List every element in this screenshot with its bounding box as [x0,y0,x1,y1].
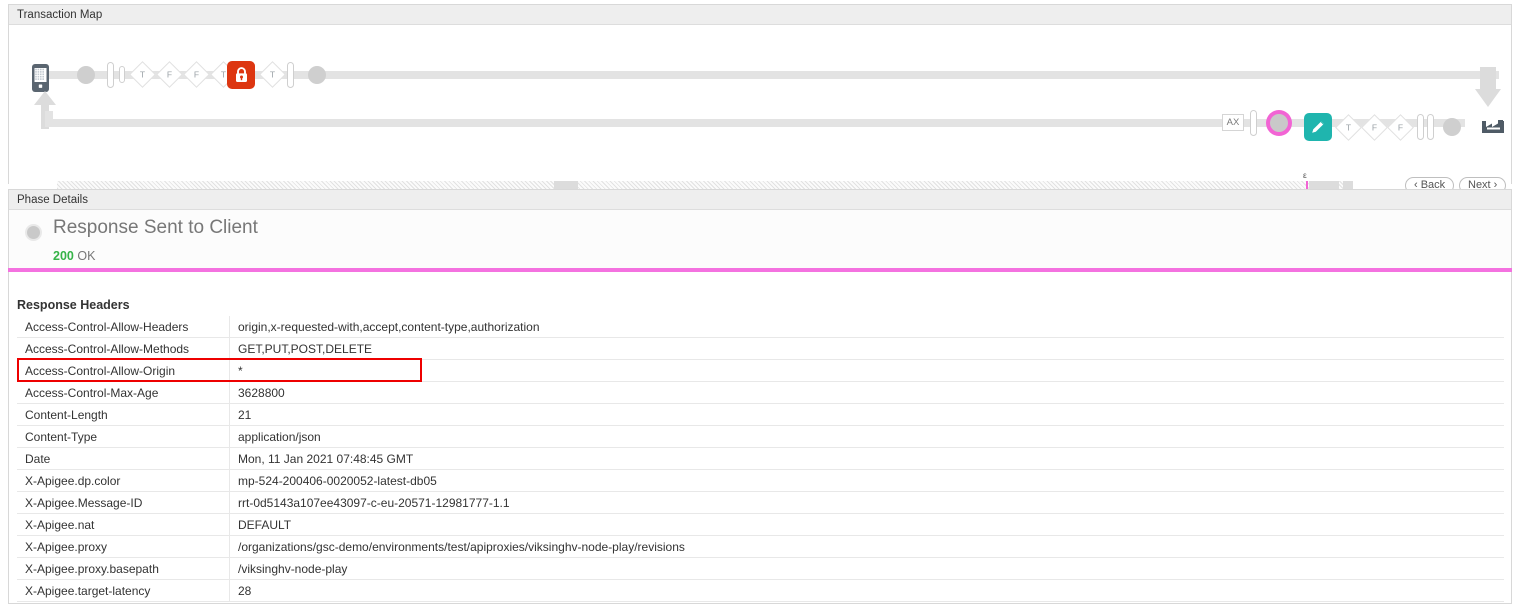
phase-details-title: Phase Details [17,194,88,206]
lock-policy-icon[interactable] [227,61,255,89]
transaction-map-canvas[interactable]: T F F T T [9,25,1511,184]
table-row[interactable]: X-Apigee.target-latency28 [17,580,1504,602]
target-node[interactable] [1443,118,1461,136]
header-name-cell: X-Apigee.Message-ID [17,492,230,514]
header-value-cell: * [230,360,1505,382]
status-text: OK [77,249,95,263]
table-row[interactable]: Access-Control-Allow-Origin* [17,360,1504,382]
timeline-marker-label: ε [1303,170,1307,180]
flow-divider-bar [107,62,114,88]
analytics-badge[interactable]: AX [1222,114,1244,131]
table-row[interactable]: Access-Control-Allow-MethodsGET,PUT,POST… [17,338,1504,360]
header-name-cell: Content-Length [17,404,230,426]
condition-diamond-label: F [160,66,179,85]
table-row[interactable]: Content-Length21 [17,404,1504,426]
table-row[interactable]: DateMon, 11 Jan 2021 07:48:45 GMT [17,448,1504,470]
header-value-cell: rrt-0d5143a107ee43097-c-eu-20571-1298177… [230,492,1505,514]
flow-divider-bar [119,66,125,83]
selected-phase-node[interactable] [1270,114,1288,132]
header-name-cell: Access-Control-Allow-Headers [17,316,230,338]
header-value-cell: /viksinghv-node-play [230,558,1505,580]
condition-diamond-label: T [133,66,152,85]
header-name-cell: Date [17,448,230,470]
header-value-cell: GET,PUT,POST,DELETE [230,338,1505,360]
header-value-cell: application/json [230,426,1505,448]
lock-icon [235,67,248,83]
table-row[interactable]: Access-Control-Max-Age3628800 [17,382,1504,404]
response-flow-elbow [45,111,53,127]
header-value-cell: 21 [230,404,1505,426]
condition-diamond[interactable]: F [156,61,183,88]
pencil-icon [1310,119,1326,135]
target-server-icon[interactable] [1481,115,1505,137]
transaction-map-header: Transaction Map [9,5,1511,25]
phase-name: Response Sent to Client [53,217,258,239]
condition-diamond[interactable]: T [259,61,286,88]
header-name-cell: Access-Control-Max-Age [17,382,230,404]
header-name-cell: X-Apigee.target-latency [17,580,230,602]
header-name-cell: X-Apigee.dp.color [17,470,230,492]
transaction-map-title: Transaction Map [17,9,102,21]
header-name-cell: X-Apigee.proxy.basepath [17,558,230,580]
condition-diamond[interactable]: F [183,61,210,88]
response-headers-table: Access-Control-Allow-Headersorigin,x-req… [17,316,1504,602]
phase-status-dot [25,224,42,241]
header-name-cell: X-Apigee.nat [17,514,230,536]
header-name-cell: Content-Type [17,426,230,448]
header-value-cell: origin,x-requested-with,accept,content-t… [230,316,1505,338]
header-value-cell: 28 [230,580,1505,602]
transaction-trace-view: Transaction Map [0,0,1520,608]
edit-policy-icon[interactable] [1304,113,1332,141]
header-name-cell: Access-Control-Allow-Origin [17,360,230,382]
request-start-node[interactable] [77,66,95,84]
header-value-cell: /organizations/gsc-demo/environments/tes… [230,536,1505,558]
condition-diamond-label: T [263,66,282,85]
header-value-cell: DEFAULT [230,514,1505,536]
flow-divider-bar [287,62,294,88]
table-row[interactable]: Content-Typeapplication/json [17,426,1504,448]
table-row[interactable]: X-Apigee.natDEFAULT [17,514,1504,536]
request-flow-arrowhead [1475,67,1501,109]
table-row[interactable]: X-Apigee.dp.colormp-524-200406-0020052-l… [17,470,1504,492]
condition-diamond-label: F [187,66,206,85]
flow-divider-bar [1427,114,1434,140]
header-value-cell: 3628800 [230,382,1505,404]
condition-diamond-label: F [1365,119,1384,138]
response-headers-title: Response Headers [17,298,130,312]
table-row[interactable]: X-Apigee.Message-IDrrt-0d5143a107ee43097… [17,492,1504,514]
table-row[interactable]: Access-Control-Allow-Headersorigin,x-req… [17,316,1504,338]
condition-diamond-label: T [1339,119,1358,138]
flow-divider-bar [1417,114,1424,140]
table-row[interactable]: X-Apigee.proxy/organizations/gsc-demo/en… [17,536,1504,558]
request-end-node[interactable] [308,66,326,84]
header-name-cell: Access-Control-Allow-Methods [17,338,230,360]
table-row[interactable]: X-Apigee.proxy.basepath/viksinghv-node-p… [17,558,1504,580]
response-headers-panel: Response Headers Access-Control-Allow-He… [8,272,1512,604]
header-name-cell: X-Apigee.proxy [17,536,230,558]
header-value-cell: mp-524-200406-0020052-latest-db05 [230,470,1505,492]
flow-divider-bar [1250,110,1257,136]
status-code: 200 [53,249,74,263]
phase-status: 200 OK [53,249,95,263]
phase-details-panel: Phase Details Response Sent to Client 20… [8,189,1512,272]
phase-details-header: Phase Details [9,190,1511,210]
condition-diamond-label: F [1391,119,1410,138]
phase-details-body: Response Sent to Client 200 OK [9,210,1511,271]
condition-diamond[interactable]: T [129,61,156,88]
transaction-map-panel: Transaction Map [8,4,1512,184]
header-value-cell: Mon, 11 Jan 2021 07:48:45 GMT [230,448,1505,470]
